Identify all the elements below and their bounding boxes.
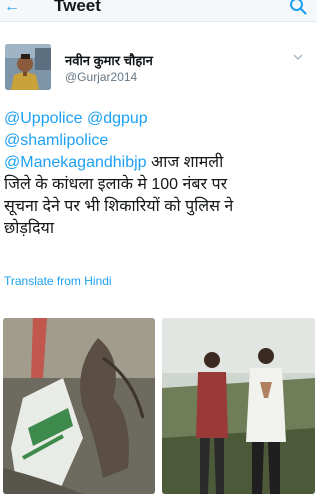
top-bar: ← Tweet (0, 0, 317, 22)
search-icon[interactable] (289, 0, 307, 15)
mention-link[interactable]: @Manekagandhibjp (4, 154, 147, 171)
tweet-photo-left[interactable] (3, 318, 155, 494)
mention-link[interactable]: @Uppolice (4, 110, 83, 127)
tweet-text: @Uppolice @dgpup @shamlipolice @Manekaga… (4, 108, 314, 240)
translate-link[interactable]: Translate from Hindi (4, 274, 112, 288)
mention-link[interactable]: @dgpup (87, 110, 148, 127)
back-arrow-icon[interactable]: ← (4, 0, 20, 15)
author-handle[interactable]: @Gurjar2014 (65, 70, 137, 84)
page-title: Tweet (54, 0, 101, 15)
author-name[interactable]: नवीन कुमार चौहान (65, 51, 153, 69)
tweet-body-text: जिले के कांधला इलाके मे 100 नंबर पर (4, 176, 228, 193)
chevron-down-icon[interactable] (293, 54, 303, 61)
mention-link[interactable]: @shamlipolice (4, 132, 108, 149)
avatar[interactable] (5, 44, 51, 90)
tweet-body-text: आज शामली (151, 154, 224, 171)
tweet-body-text: छोड़दिया (4, 220, 54, 237)
tweet-photo-right[interactable] (162, 318, 315, 494)
tweet-body-text: सूचना देने पर भी शिकारियों को पुलिस ने (4, 198, 234, 215)
